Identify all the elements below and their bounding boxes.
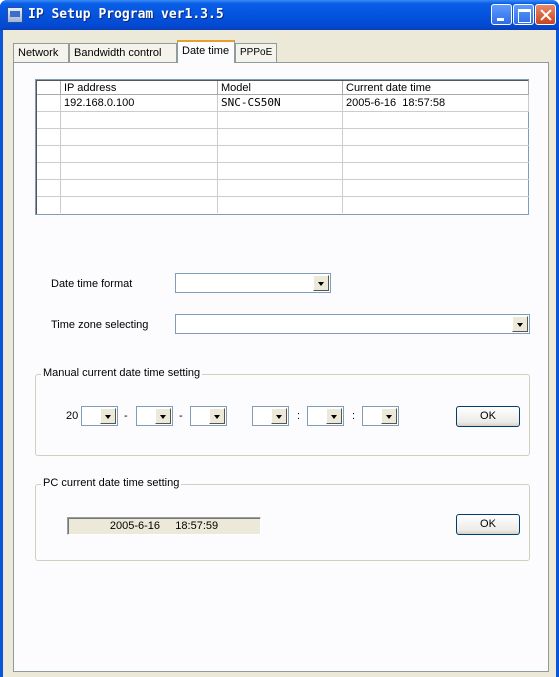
date-time-panel: IP address Model Current date time 192.1… bbox=[13, 62, 549, 672]
pc-current-date-time: 2005-6-16 18:57:59 bbox=[67, 517, 261, 535]
chevron-down-icon[interactable] bbox=[313, 275, 329, 291]
date-separator: - bbox=[179, 410, 183, 422]
table-row[interactable] bbox=[37, 129, 529, 146]
row-date-time: 2005-6-16 18:57:58 bbox=[343, 95, 529, 111]
title-bar[interactable]: IP Setup Program ver1.3.5 bbox=[0, 0, 559, 30]
chevron-down-icon[interactable] bbox=[381, 408, 397, 424]
app-icon bbox=[7, 7, 23, 23]
minute-select[interactable] bbox=[307, 406, 344, 426]
date-separator: - bbox=[124, 410, 128, 422]
window-title: IP Setup Program ver1.3.5 bbox=[28, 7, 224, 22]
table-row[interactable] bbox=[37, 112, 529, 129]
chevron-down-icon[interactable] bbox=[100, 408, 116, 424]
chevron-down-icon[interactable] bbox=[326, 408, 342, 424]
year-select[interactable] bbox=[81, 406, 118, 426]
time-separator: : bbox=[352, 410, 356, 422]
table-row[interactable] bbox=[37, 180, 529, 197]
chevron-down-icon[interactable] bbox=[155, 408, 171, 424]
table-row[interactable] bbox=[37, 197, 529, 214]
chevron-down-icon[interactable] bbox=[271, 408, 287, 424]
second-select[interactable] bbox=[362, 406, 399, 426]
column-header-select[interactable] bbox=[37, 81, 61, 95]
manual-setting-group: Manual current date time setting 20 - - … bbox=[35, 367, 530, 456]
time-zone-label: Time zone selecting bbox=[51, 319, 149, 331]
table-row[interactable] bbox=[37, 146, 529, 163]
tab-bandwidth-control[interactable]: Bandwidth control bbox=[69, 43, 177, 62]
time-separator: : bbox=[297, 410, 301, 422]
app-window: IP Setup Program ver1.3.5 Network Bandwi… bbox=[0, 0, 559, 677]
column-header-ip[interactable]: IP address bbox=[61, 81, 218, 95]
column-header-model[interactable]: Model bbox=[218, 81, 343, 95]
minimize-button[interactable] bbox=[491, 4, 512, 25]
list-header: IP address Model Current date time bbox=[37, 81, 529, 95]
table-row[interactable] bbox=[37, 163, 529, 180]
manual-ok-button[interactable]: OK bbox=[456, 406, 520, 427]
time-zone-select[interactable] bbox=[175, 314, 530, 334]
manual-setting-legend: Manual current date time setting bbox=[41, 367, 203, 379]
hour-select[interactable] bbox=[252, 406, 289, 426]
tab-network[interactable]: Network bbox=[13, 43, 69, 62]
month-select[interactable] bbox=[136, 406, 173, 426]
chevron-down-icon[interactable] bbox=[512, 316, 528, 332]
row-model: SNC-CS50N bbox=[218, 95, 343, 111]
date-time-format-label: Date time format bbox=[51, 278, 133, 290]
year-prefix: 20 bbox=[66, 410, 79, 422]
pc-setting-legend: PC current date time setting bbox=[41, 477, 182, 489]
day-select[interactable] bbox=[190, 406, 227, 426]
pc-ok-button[interactable]: OK bbox=[456, 514, 520, 535]
tab-date-time[interactable]: Date time bbox=[177, 40, 235, 63]
device-list[interactable]: IP address Model Current date time 192.1… bbox=[35, 79, 529, 215]
table-row[interactable]: 192.168.0.100 SNC-CS50N 2005-6-16 18:57:… bbox=[37, 95, 529, 112]
maximize-button[interactable] bbox=[513, 4, 534, 25]
column-header-date-time[interactable]: Current date time bbox=[343, 81, 529, 95]
row-ip: 192.168.0.100 bbox=[61, 95, 218, 111]
dialog-client-area: Network Bandwidth control Date time PPPo… bbox=[3, 30, 556, 677]
chevron-down-icon[interactable] bbox=[209, 408, 225, 424]
date-time-format-select[interactable] bbox=[175, 273, 331, 293]
tab-pppoe[interactable]: PPPoE bbox=[235, 43, 277, 62]
close-button[interactable] bbox=[535, 4, 556, 25]
pc-setting-group: PC current date time setting 2005-6-16 1… bbox=[35, 477, 530, 561]
